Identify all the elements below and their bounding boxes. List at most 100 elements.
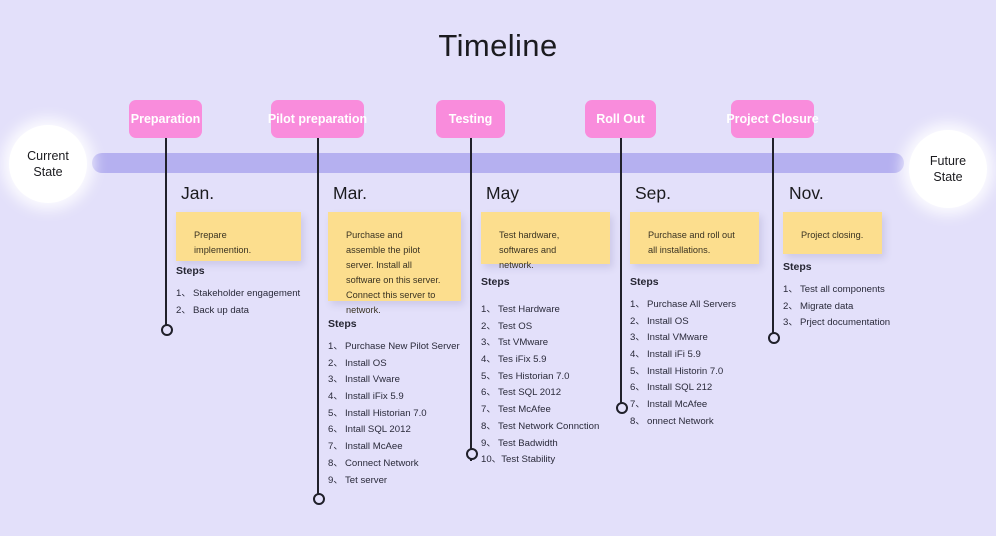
list-item: 7、 Install McAfee [630,397,736,414]
list-item: 7、 Install McAee [328,439,460,456]
list-item: 1、 Stakeholder engagement [176,286,300,303]
step-text: Test Stability [501,454,556,466]
column-connector-line-jan [165,138,167,328]
month-label-may: May [486,183,520,203]
steps-heading-jan: Steps [176,265,205,277]
step-text: Tes iFix 5.9 [498,354,547,366]
list-item: 3、 Install Vware [328,372,460,389]
step-number: 8、 [481,420,496,432]
list-item: 1、 Test Hardware [481,302,599,319]
step-text: Install OS [345,357,387,369]
phase-label-preparation[interactable]: Preparation [129,100,202,138]
list-item: 2、 Install OS [328,356,460,373]
step-number: 7、 [328,441,343,453]
column-connector-line-may [470,138,472,461]
phase-label-project-closure[interactable]: Project Closure [726,100,819,138]
step-number: 1、 [630,299,645,310]
step-number: 2、 [783,300,798,312]
step-text: Test Badwidth [498,437,558,449]
step-number: 7、 [630,399,645,411]
month-label-sep: Sep. [635,183,671,203]
month-label-jan: Jan. [181,183,215,203]
list-item: 1、 Purchase New Pilot Server [328,339,460,356]
column-connector-line-mar [317,138,319,497]
step-text: Connect Network [345,457,419,469]
note-card-nov: Project closing. [783,212,882,254]
step-number: 2、 [630,315,645,327]
column-end-dot-may [466,448,478,460]
current-state-marker: Current State [9,125,87,203]
step-number: 3、 [481,337,496,349]
steps-list-nov: 1、 Test all components 2、 Migrate data 3、 P… [783,282,890,332]
step-text: Tst VMware [498,337,549,349]
step-text: Stakeholder engagement [193,288,301,299]
list-item: 10、 Test Stability [481,452,599,469]
list-item: 9、 Test Badwidth [481,436,599,453]
list-item: 3、 Tst VMware [481,335,599,352]
list-item: 2、 Back up data [176,303,300,320]
steps-heading-may: Steps [481,276,510,288]
step-number: 5、 [328,407,343,419]
column-end-dot-sep [616,402,628,414]
step-number: 3、 [328,374,343,386]
timeline-spine-bar [92,153,904,173]
step-text: Install McAee [345,441,403,453]
step-text: onnect Network [647,415,714,427]
list-item: 1、 Test all components [783,282,890,299]
step-number: 1、 [481,304,496,315]
step-text: Test SQL 2012 [498,387,562,399]
future-state-line1: Future [929,154,967,168]
step-number: 3、 [783,317,798,329]
step-text: Install iFi 5.9 [647,349,701,361]
step-text: Test McAfee [498,404,551,416]
step-number: 6、 [481,387,496,399]
step-text: Install OS [647,315,689,327]
list-item: 4、 Tes iFix 5.9 [481,352,599,369]
step-number: 1、 [783,284,798,295]
phase-label-testing[interactable]: Testing [436,100,505,138]
list-item: 4、 Install iFi 5.9 [630,347,736,364]
month-label-nov: Nov. [789,183,824,203]
step-text: Instal VMware [647,332,708,344]
step-number: 5、 [481,370,496,382]
steps-heading-mar: Steps [328,318,357,330]
note-card-jan: Prepare implemention. [176,212,301,261]
future-state-line2: State [933,170,963,184]
step-text: Install iFix 5.9 [345,391,404,403]
current-state-line2: State [33,165,63,179]
list-item: 9、 Tet server [328,473,460,490]
list-item: 5、 Install Historian 7.0 [328,406,460,423]
note-card-mar: Purchase and assemble the pilot server. … [328,212,461,315]
step-number: 4、 [630,349,645,361]
step-text: Test Hardware [498,304,560,315]
step-text: Prject documentation [800,317,891,329]
phase-label-roll-out[interactable]: Roll Out [585,100,656,138]
column-end-dot-mar [313,493,325,505]
column-connector-line-sep [620,138,622,406]
note-card-may: Test hardware, softwares and network. [481,212,610,270]
step-text: Back up data [193,304,250,316]
step-number: 2、 [328,357,343,369]
list-item: 1、 Purchase All Servers [630,297,736,314]
step-text: Install SQL 212 [647,382,713,394]
step-text: Install Historin 7.0 [647,365,724,377]
month-label-mar: Mar. [333,183,368,203]
step-number: 9、 [481,437,496,449]
list-item: 3、 Prject documentation [783,315,890,332]
phase-label-pilot-preparation[interactable]: Pilot preparation [268,100,367,138]
step-number: 7、 [481,404,496,416]
steps-list-sep: 1、 Purchase All Servers 2、 Install OS 3、 In… [630,297,736,431]
steps-list-may: 1、 Test Hardware 2、 Test OS 3、 Tst VMware 4… [481,302,599,469]
list-item: 2、 Migrate data [783,299,890,316]
step-text: Install Historian 7.0 [345,407,427,419]
step-text: Tes Historian 7.0 [498,370,570,382]
list-item: 2、 Test OS [481,319,599,336]
column-connector-line-nov [772,138,774,336]
list-item: 8、 Connect Network [328,456,460,473]
page-title: Timeline [438,28,558,63]
note-card-sep: Purchase and roll out all installations. [630,212,759,264]
future-state-marker: Future State [909,130,987,208]
steps-heading-sep: Steps [630,276,659,288]
list-item: 5、 Tes Historian 7.0 [481,369,599,386]
step-text: Test OS [498,320,533,332]
